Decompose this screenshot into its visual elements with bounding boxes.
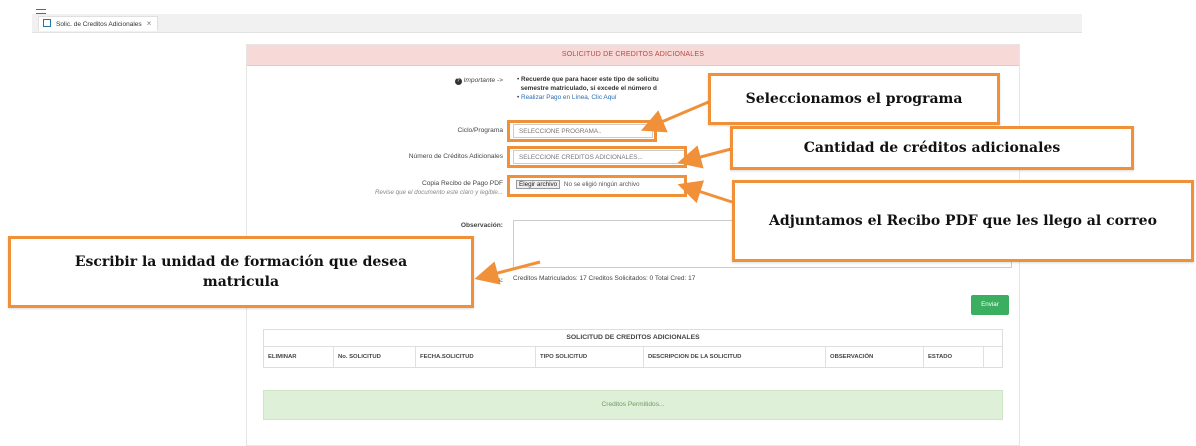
table-title: SOLICITUD DE CREDITOS ADICIONALES — [264, 330, 1002, 347]
col-empty — [984, 347, 1000, 367]
table-header: ELIMINAR No. SOLICITUD FECHA.SOLICITUD T… — [264, 347, 1002, 367]
callout-receipt: Adjuntamos el Recibo PDF que les llego a… — [732, 180, 1194, 262]
tab-strip: Solic. de Creditos Adicionales × — [32, 14, 1082, 33]
callout-credits: Cantidad de créditos adicionales — [730, 126, 1134, 170]
col-no-solicitud: No. SOLICITUD — [334, 347, 416, 367]
observation-label: Observación: — [460, 222, 503, 229]
tab-solic-creditos[interactable]: Solic. de Creditos Adicionales × — [38, 16, 159, 31]
highlight-credits — [507, 146, 687, 168]
highlight-program — [507, 120, 657, 142]
note-line: semestre matriculado, si excede el númer… — [520, 85, 657, 92]
allowed-credits-alert: Creditos Permitidos... — [263, 390, 1003, 420]
col-fecha: FECHA.SOLICITUD — [416, 347, 536, 367]
important-notes: • Recuerde que para hacer este tipo de s… — [517, 75, 659, 102]
callout-observation: Escribir la unidad de formación que dese… — [8, 236, 474, 308]
send-button[interactable]: Enviar — [971, 295, 1009, 315]
info-icon: ? — [454, 78, 462, 85]
receipt-label: Copia Recibo de Pago PDF Revise que el d… — [375, 180, 503, 196]
top-bar: Solic. de Creditos Adicionales × — [0, 0, 1196, 34]
col-observacion: OBSERVACIÓN — [826, 347, 924, 367]
credits-label: Número de Créditos Adicionales — [408, 153, 503, 160]
document-icon — [43, 19, 51, 27]
col-descripcion: DESCRIPCION DE LA SOLICITUD — [644, 347, 826, 367]
col-eliminar: ELIMINAR — [264, 347, 334, 367]
col-tipo: TIPO SOLICITUD — [536, 347, 644, 367]
requests-table: SOLICITUD DE CREDITOS ADICIONALES ELIMIN… — [263, 329, 1003, 368]
payment-link[interactable]: • Realizar Pago en Línea, Clic Aquí — [517, 93, 659, 102]
important-label: ? Importante -> — [454, 77, 503, 85]
tab-label: Solic. de Creditos Adicionales — [56, 21, 142, 28]
receipt-hint: Revise que el documento este claro y leg… — [375, 189, 503, 196]
col-estado: ESTADO — [924, 347, 984, 367]
highlight-receipt — [507, 175, 687, 197]
callout-program: Seleccionamos el programa — [708, 73, 1000, 125]
program-label: Ciclo/Programa — [457, 127, 503, 134]
close-icon[interactable]: × — [147, 19, 152, 28]
credits-summary: Creditos Matriculados: 17 Creditos Solic… — [513, 275, 696, 282]
credits-summary-label: itos: — [489, 277, 503, 284]
form-title: SOLICITUD DE CREDITOS ADICIONALES — [247, 45, 1019, 66]
note-line: • Recuerde que para hacer este tipo de s… — [517, 76, 659, 83]
